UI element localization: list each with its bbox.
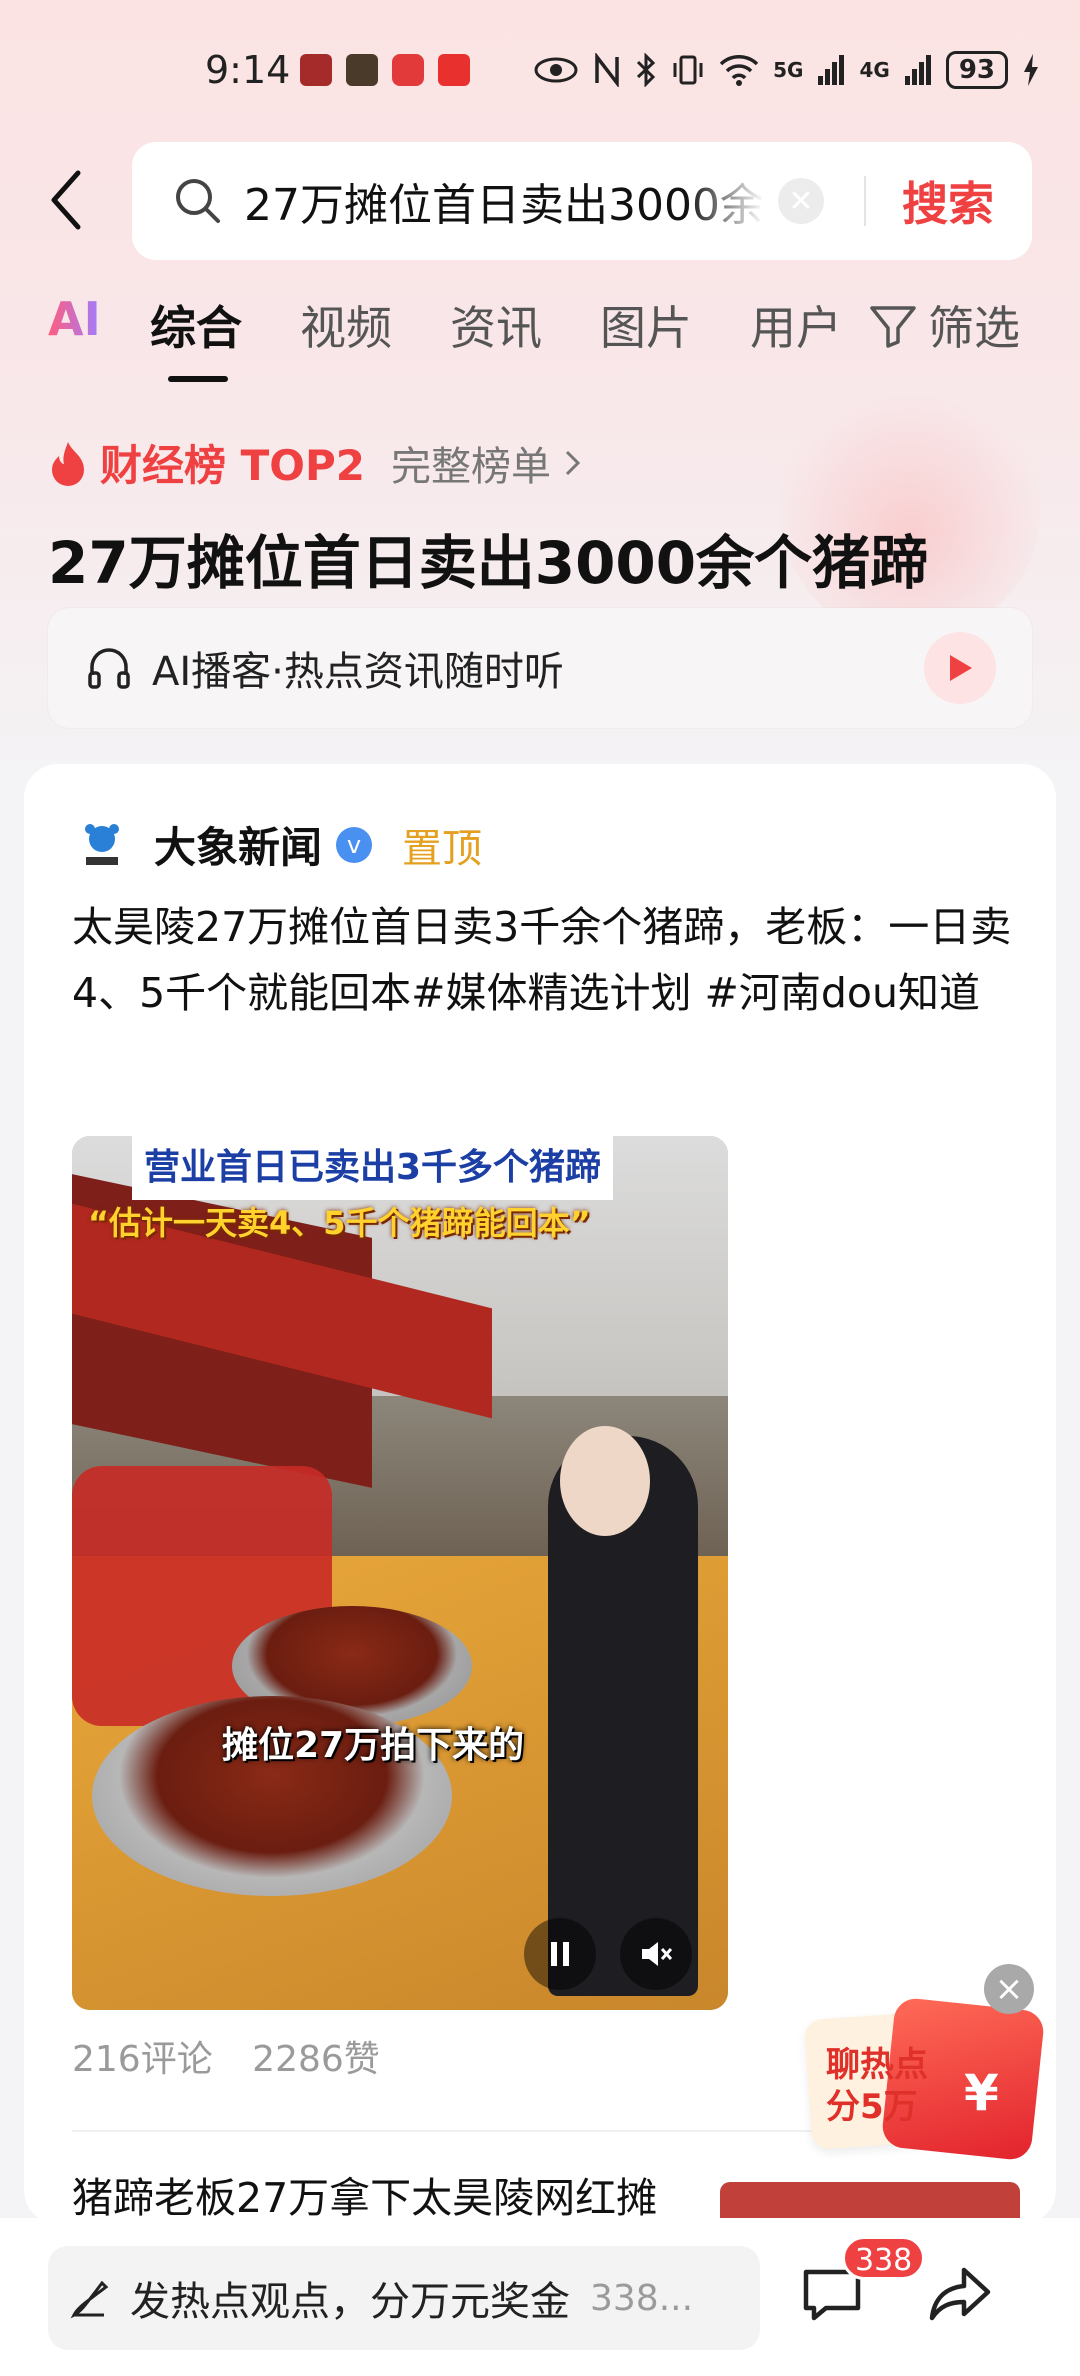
result-tabs: AI 综合 视频 资讯 图片 用户 筛选 bbox=[0, 292, 1080, 392]
signal-5g-label: 5G bbox=[773, 58, 804, 82]
podcast-play-button[interactable] bbox=[924, 632, 996, 704]
headphones-icon bbox=[88, 648, 130, 689]
filter-label: 筛选 bbox=[928, 301, 1020, 355]
signal-bars-icon-2 bbox=[904, 55, 931, 85]
shield-app-icon bbox=[346, 54, 378, 86]
active-tab-indicator bbox=[168, 376, 228, 382]
bottom-bar: 发热点观点，分万元奖金 338... 338 bbox=[0, 2218, 1080, 2376]
status-bar: 9:14 5G 4G 93 bbox=[0, 40, 1080, 100]
video-scene-face bbox=[560, 1426, 650, 1536]
signal-bars-icon bbox=[818, 55, 845, 85]
back-arrow-icon[interactable] bbox=[44, 165, 94, 235]
toutiao-app-icon bbox=[438, 54, 470, 86]
muted-icon bbox=[642, 1942, 673, 1966]
comment-count[interactable]: 216评论 bbox=[72, 2039, 213, 2080]
pause-button[interactable] bbox=[524, 1918, 596, 1990]
promo-line2: 分5万 bbox=[826, 2087, 918, 2127]
eye-icon bbox=[534, 57, 578, 83]
vibrate-icon bbox=[673, 55, 703, 85]
video-player[interactable]: 营业首日已卖出3千多个猪蹄 “估计一天卖4、5千个猪蹄能回本” 摊位27万拍下来… bbox=[72, 1136, 728, 2010]
tab-images[interactable]: 图片 bbox=[600, 292, 692, 358]
pause-icon bbox=[551, 1942, 569, 1966]
page-title: 27万摊位首日卖出3000余个猪蹄 bbox=[48, 529, 929, 597]
pen-icon bbox=[70, 2280, 109, 2319]
post-source[interactable]: 大象新闻 v 置顶 bbox=[72, 814, 482, 875]
app-notification-icon bbox=[300, 54, 332, 86]
pinned-badge: 置顶 bbox=[402, 825, 483, 872]
tab-all[interactable]: 综合 bbox=[150, 292, 242, 358]
battery-level: 93 bbox=[945, 51, 1008, 89]
post-stats: 216评论 2286赞 bbox=[72, 2030, 380, 2082]
post-body[interactable]: 太昊陵27万摊位首日卖3千余个猪蹄，老板：一日卖4、5千个就能回本#媒体精选计划… bbox=[72, 894, 1032, 1026]
search-divider bbox=[864, 176, 866, 226]
tab-news[interactable]: 资讯 bbox=[450, 292, 542, 358]
notification-icons bbox=[300, 54, 470, 86]
comment-placeholder-suffix: 338... bbox=[590, 2277, 694, 2319]
search-icon bbox=[176, 179, 220, 223]
yen-icon: ¥ bbox=[964, 2064, 999, 2122]
video-caption-top: 营业首日已卖出3千多个猪蹄 bbox=[132, 1136, 614, 1200]
bluetooth-icon bbox=[637, 53, 656, 87]
search-bar[interactable]: 27万摊位首日卖出3000余个猪蹄 ✕ 搜索 bbox=[132, 142, 1032, 260]
wifi-icon bbox=[719, 55, 759, 86]
video-subtitle: 摊位27万拍下来的 bbox=[222, 1725, 525, 1766]
mute-button[interactable] bbox=[620, 1918, 692, 1990]
source-logo-icon bbox=[72, 815, 132, 875]
red-packet-promo[interactable]: 聊热点 分5万 ¥ × bbox=[803, 1964, 1046, 2162]
tab-ai[interactable]: AI bbox=[48, 292, 101, 346]
source-name: 大象新闻 bbox=[154, 823, 323, 872]
comment-input[interactable]: 发热点观点，分万元奖金 338... bbox=[48, 2246, 760, 2350]
play-icon bbox=[950, 655, 972, 681]
podcast-label: AI播客·热点资讯随时听 bbox=[152, 649, 564, 695]
status-time: 9:14 bbox=[205, 48, 291, 92]
charging-icon bbox=[1024, 54, 1038, 86]
nfc-icon bbox=[595, 53, 619, 87]
signal-4g-label: 4G bbox=[859, 58, 890, 82]
video-caption-quote: “估计一天卖4、5千个猪蹄能回本” bbox=[88, 1204, 591, 1242]
search-button[interactable]: 搜索 bbox=[902, 168, 994, 234]
share-icon[interactable] bbox=[924, 2258, 996, 2330]
chevron-right-icon bbox=[565, 450, 581, 475]
comment-count-badge: 338 bbox=[842, 2236, 926, 2280]
next-post-title[interactable]: 猪蹄老板27万拿下太昊陵网红摊 bbox=[72, 2164, 692, 2224]
promo-text: 聊热点 分5万 bbox=[826, 2044, 928, 2128]
clear-search-icon[interactable]: ✕ bbox=[778, 178, 824, 224]
promo-line1: 聊热点 bbox=[826, 2045, 928, 2085]
search-input[interactable]: 27万摊位首日卖出3000余个猪蹄 bbox=[244, 169, 764, 233]
ai-podcast-bar[interactable]: AI播客·热点资讯随时听 bbox=[48, 608, 1032, 728]
like-count[interactable]: 2286赞 bbox=[252, 2039, 380, 2080]
tab-video[interactable]: 视频 bbox=[300, 292, 392, 358]
rank-label: 财经榜 TOP2 bbox=[100, 441, 365, 490]
verified-icon: v bbox=[336, 826, 373, 863]
close-promo-icon[interactable]: × bbox=[984, 1964, 1034, 2014]
finance-rank-row[interactable]: 财经榜 TOP2 完整榜单 bbox=[48, 432, 583, 493]
full-list-link[interactable]: 完整榜单 bbox=[391, 434, 551, 492]
flame-decoration bbox=[780, 380, 1040, 640]
comment-placeholder: 发热点观点，分万元奖金 bbox=[130, 2279, 570, 2325]
status-right: 5G 4G 93 bbox=[533, 51, 1040, 89]
filter-icon bbox=[870, 306, 916, 348]
media-app-icon bbox=[392, 54, 424, 86]
fire-icon bbox=[52, 441, 84, 486]
filter-button[interactable]: 筛选 bbox=[868, 292, 1020, 358]
tab-users[interactable]: 用户 bbox=[750, 292, 842, 358]
